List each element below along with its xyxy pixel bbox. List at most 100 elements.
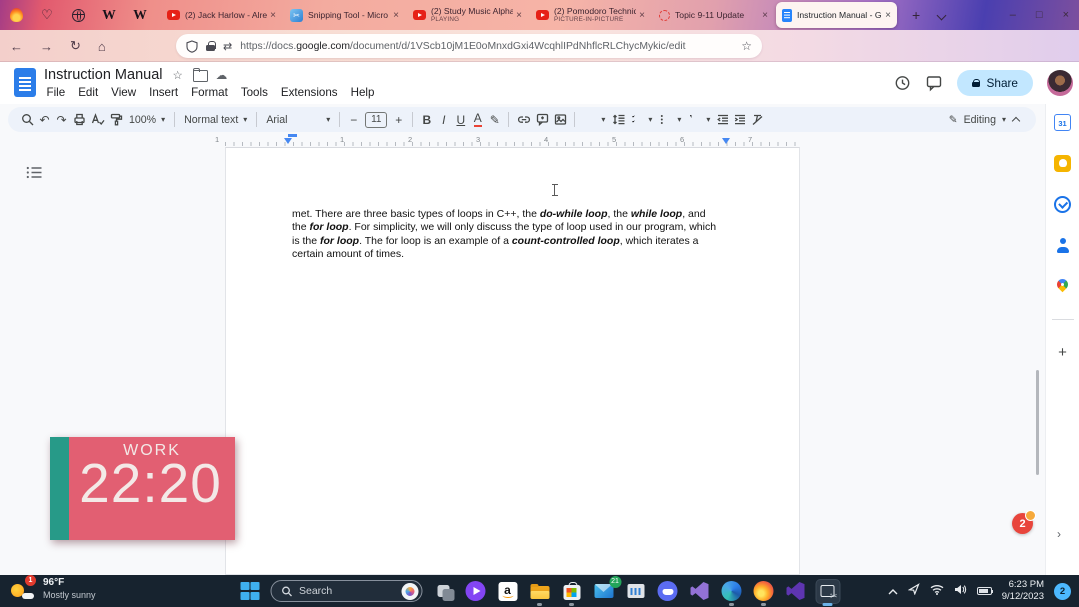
indent-marker-bar[interactable] — [288, 134, 297, 137]
location-icon[interactable] — [908, 582, 920, 600]
checklist-select[interactable]: ▾ — [627, 114, 656, 125]
address-bar[interactable]: ⇄ https://docs.google.com/document/d/1VS… — [176, 34, 762, 58]
editing-mode-select[interactable]: ✎ Editing ▾ — [949, 114, 1006, 126]
taskbar-app-discord[interactable] — [656, 580, 679, 603]
start-button[interactable] — [240, 581, 260, 601]
menu-item[interactable]: View — [105, 85, 143, 101]
side-panel-icon-calendar[interactable]: 31 — [1054, 114, 1071, 131]
taskbar-app-clipchamp[interactable] — [464, 580, 487, 603]
hide-side-panel-icon[interactable]: › — [1057, 527, 1061, 541]
document-outline-icon[interactable] — [26, 166, 42, 184]
side-panel-icon-tasks[interactable] — [1054, 196, 1071, 213]
menu-item[interactable]: Help — [344, 85, 381, 101]
side-panel-icon-maps[interactable] — [1054, 278, 1071, 295]
side-panel-icon-get-addons[interactable]: + — [1054, 344, 1071, 361]
browser-tab[interactable]: Topic 9-11 Update × — [653, 2, 774, 28]
add-comment-icon[interactable] — [533, 111, 551, 128]
taskbar-search[interactable]: Search — [270, 580, 422, 602]
taskbar-app-snipping-tool[interactable] — [816, 580, 839, 603]
increase-font-size-button[interactable]: + — [390, 111, 407, 128]
menu-item[interactable]: Extensions — [274, 85, 344, 101]
forward-icon[interactable]: → — [40, 39, 53, 54]
pinned-tab[interactable]: W — [101, 7, 117, 23]
paint-format-icon[interactable] — [107, 111, 125, 128]
insert-link-icon[interactable] — [514, 111, 533, 128]
pomodoro-timer-overlay[interactable]: WORK 22:20 — [50, 437, 235, 540]
volume-icon[interactable] — [954, 582, 967, 600]
move-folder-icon[interactable] — [193, 70, 206, 80]
menu-item[interactable]: File — [40, 85, 72, 101]
home-icon[interactable]: ⌂ — [98, 39, 106, 54]
undo-icon[interactable]: ↶ — [36, 111, 53, 128]
window-control-button[interactable]: □ — [1036, 9, 1043, 21]
pinned-tab[interactable]: W — [132, 7, 148, 23]
tray-clock[interactable]: 6:23 PM9/12/2023 — [1002, 579, 1044, 604]
pinned-tab[interactable]: ♡ — [39, 7, 55, 23]
numbered-list-select[interactable]: ▾ — [685, 114, 714, 125]
account-avatar[interactable] — [1047, 70, 1073, 96]
left-indent-marker[interactable] — [284, 138, 292, 144]
redo-icon[interactable]: ↷ — [53, 111, 70, 128]
underline-button[interactable]: U — [452, 111, 469, 128]
tab-close-icon[interactable]: × — [885, 10, 891, 21]
document-page[interactable]: met. There are three basic types of loop… — [225, 147, 800, 575]
pinned-tab[interactable] — [70, 7, 86, 23]
menu-item[interactable]: Tools — [234, 85, 274, 101]
taskbar-app-task-manager[interactable] — [624, 580, 647, 603]
browser-tab[interactable]: Snipping Tool - Micro × — [284, 2, 405, 28]
line-spacing-icon[interactable] — [609, 111, 627, 128]
menu-item[interactable]: Edit — [72, 85, 105, 101]
browser-tab[interactable]: Instruction Manual - G × — [776, 2, 897, 28]
taskbar-app-file-explorer[interactable] — [528, 580, 551, 603]
print-icon[interactable] — [70, 111, 88, 128]
weather-widget[interactable]: 1 96°FMostly sunny — [10, 577, 96, 601]
wifi-icon[interactable] — [930, 582, 944, 600]
comments-icon[interactable] — [925, 74, 943, 92]
browser-tab[interactable]: (2) Pomodoro Techniq PICTURE-IN-PICTURE … — [530, 2, 651, 28]
text-color-button[interactable]: A — [469, 111, 486, 128]
notification-count-badge[interactable]: 2 — [1054, 583, 1071, 600]
taskbar-app-firefox[interactable] — [752, 580, 775, 603]
browser-tab[interactable]: (2) Study Music Alpha PLAYING × — [407, 2, 528, 28]
insert-image-icon[interactable] — [551, 111, 569, 128]
window-control-button[interactable]: × — [1063, 9, 1069, 21]
font-select[interactable]: Arial▾ — [262, 114, 334, 126]
taskbar-app-task-view[interactable] — [432, 580, 455, 603]
decrease-font-size-button[interactable]: − — [345, 111, 362, 128]
clear-formatting-icon[interactable] — [748, 111, 766, 128]
vertical-scrollbar[interactable] — [1036, 370, 1039, 475]
spellcheck-icon[interactable] — [88, 111, 107, 128]
decrease-indent-icon[interactable] — [714, 111, 731, 128]
document-title[interactable]: Instruction Manual — [44, 67, 162, 83]
taskbar-app-visual-studio-2022[interactable] — [784, 580, 807, 603]
side-panel-icon-contacts[interactable] — [1054, 237, 1071, 254]
right-indent-marker[interactable] — [722, 138, 730, 144]
version-history-icon[interactable] — [893, 74, 911, 92]
tab-close-icon[interactable]: × — [393, 10, 399, 21]
window-control-button[interactable]: – — [1010, 9, 1016, 21]
battery-icon[interactable] — [977, 587, 992, 595]
tab-close-icon[interactable]: × — [516, 10, 522, 21]
taskbar-app-mail[interactable]: 21 — [592, 580, 615, 603]
shield-icon[interactable] — [186, 40, 198, 53]
menu-item[interactable]: Format — [185, 85, 235, 101]
tab-close-icon[interactable]: × — [270, 10, 276, 21]
side-panel-icon-keep[interactable] — [1054, 155, 1071, 172]
browser-tab[interactable]: (2) Jack Harlow - Alre × — [161, 2, 282, 28]
taskbar-app-microsoft-store[interactable] — [560, 580, 583, 603]
new-tab-button[interactable]: + — [912, 7, 920, 23]
align-select[interactable]: ▾ — [580, 114, 609, 125]
zoom-select[interactable]: 100%▾ — [125, 114, 169, 126]
tracking-protection-icon[interactable]: ⇄ — [223, 40, 232, 53]
tab-list-chevron-icon[interactable] — [938, 11, 946, 19]
taskbar-app-edge[interactable] — [720, 580, 743, 603]
increase-indent-icon[interactable] — [731, 111, 748, 128]
share-button[interactable]: Share — [957, 70, 1033, 96]
bold-button[interactable]: B — [418, 111, 435, 128]
pinned-tab[interactable] — [8, 7, 24, 23]
lock-icon[interactable] — [206, 41, 215, 51]
tab-close-icon[interactable]: × — [762, 10, 768, 21]
back-icon[interactable]: ← — [10, 39, 23, 54]
bulleted-list-select[interactable]: ▾ — [656, 114, 685, 125]
star-document-icon[interactable]: ☆ — [172, 68, 182, 82]
